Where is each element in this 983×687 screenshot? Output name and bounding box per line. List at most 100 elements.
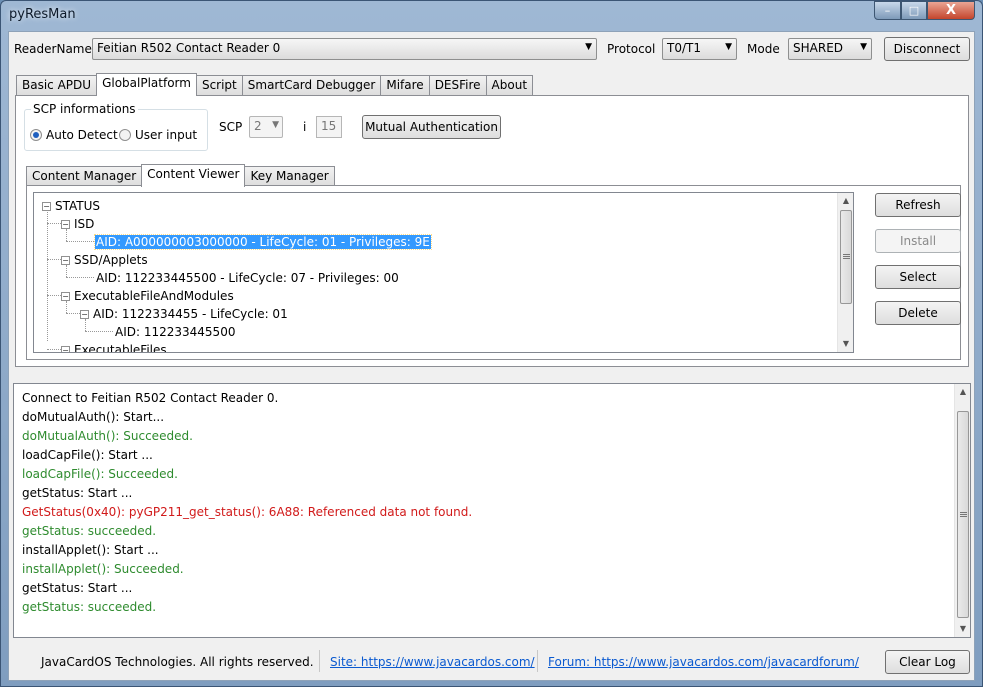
user-input-radio[interactable]: User input [119,128,197,142]
log-line: doMutualAuth(): Start... [22,410,165,424]
log-line: installApplet(): Succeeded. [22,562,184,576]
reader-name-label: ReaderName [14,42,92,56]
radio-unchecked-icon [119,129,131,141]
main-tabs: Basic APDU GlobalPlatform Script SmartCa… [16,73,534,96]
tab-smartcard-debugger[interactable]: SmartCard Debugger [241,75,382,96]
log-line: getStatus: succeeded. [22,600,157,614]
tab-content-manager[interactable]: Content Manager [26,166,143,187]
scroll-down-icon[interactable]: ▼ [955,621,970,637]
tree-scrollbar[interactable]: ▲ ▼ [837,193,853,352]
log-line: doMutualAuth(): Succeeded. [22,429,193,443]
content-viewer-panel: − STATUS − ISD AID: A000000003000000 - L… [26,185,961,360]
tree-node-isd-aid[interactable]: AID: A000000003000000 - LifeCycle: 01 - … [94,234,432,250]
tab-desfire[interactable]: DESFire [428,75,487,96]
reader-name-value: Feitian R502 Contact Reader 0 [97,41,281,55]
sub-tabs: Content Manager Content Viewer Key Manag… [26,164,335,187]
footer-divider [537,650,538,672]
i-label: i [303,120,307,134]
tree-node-isd[interactable]: − ISD [61,217,94,231]
scroll-thumb[interactable] [957,411,969,618]
close-button[interactable]: X [927,1,975,20]
log-line: loadCapFile(): Succeeded. [22,467,178,481]
install-button[interactable]: Install [875,229,961,253]
tree-node-efm-sub-aid[interactable]: AID: 112233445500 [115,325,235,339]
scp-select[interactable]: 2 ▼ [249,116,283,138]
collapse-icon[interactable]: − [42,201,51,211]
log-scrollbar[interactable]: ▲ ▼ [954,384,970,637]
delete-button[interactable]: Delete [875,301,961,325]
tree-node-label: AID: 112233445500 [115,325,236,339]
user-input-label: User input [135,128,198,142]
scp-info-group: SCP informations Auto Detect User input [24,102,208,151]
refresh-button[interactable]: Refresh [875,193,961,217]
log-output[interactable]: Connected. Connect to Feitian R502 Contac… [13,383,971,638]
tree-node-ssd-aid[interactable]: AID: 112233445500 - LifeCycle: 07 - Priv… [96,271,399,285]
clear-log-button[interactable]: Clear Log [885,650,970,674]
tree-node-executable-files[interactable]: − ExecutableFiles [61,343,167,353]
mode-select[interactable]: SHARED ▼ [788,38,872,60]
tab-about[interactable]: About [485,75,534,96]
log-line: Connected. [22,384,90,386]
i-input[interactable]: 15 [316,116,342,138]
log-line: getStatus: Start ... [22,486,133,500]
scp-label: SCP [219,120,243,134]
tab-mifare[interactable]: Mifare [380,75,430,96]
protocol-value: T0/T1 [667,41,701,55]
tab-content-viewer[interactable]: Content Viewer [141,164,246,187]
footer-divider [319,650,320,672]
auto-detect-radio[interactable]: Auto Detect [30,128,118,142]
minimize-button[interactable]: – [874,1,901,20]
mode-value: SHARED [793,41,844,55]
scroll-up-icon[interactable]: ▲ [838,193,853,209]
scroll-thumb[interactable] [840,210,852,304]
tree-node-ssd-applets[interactable]: − SSD/Applets [61,253,148,267]
protocol-select[interactable]: T0/T1 ▼ [662,38,737,60]
globalplatform-panel: SCP informations Auto Detect User input … [15,95,969,367]
tree-node-label: AID: 112233445500 - LifeCycle: 07 - Priv… [96,271,399,285]
tree-node-label: STATUS [55,199,101,213]
tab-globalplatform[interactable]: GlobalPlatform [96,73,197,96]
client-area: ReaderName Feitian R502 Contact Reader 0… [8,31,975,681]
log-line: getStatus: Start ... [22,581,133,595]
select-button[interactable]: Select [875,265,961,289]
tree-node-label: AID: A000000003000000 - LifeCycle: 01 - … [94,234,432,250]
tab-script[interactable]: Script [195,75,243,96]
scroll-up-icon[interactable]: ▲ [955,384,970,400]
tree-node-status[interactable]: − STATUS [42,199,100,213]
copyright-text: JavaCardOS Technologies. All rights rese… [41,655,314,669]
disconnect-button[interactable]: Disconnect [884,37,970,61]
collapse-icon[interactable]: − [61,219,70,229]
tab-basic-apdu[interactable]: Basic APDU [16,75,98,96]
maximize-button[interactable]: □ [901,1,927,20]
chevron-down-icon: ▼ [585,42,592,52]
tree-node-label: ExecutableFiles [74,343,167,353]
tab-key-manager[interactable]: Key Manager [244,166,335,187]
title-bar[interactable]: pyResMan – □ X [1,1,982,31]
reader-name-select[interactable]: Feitian R502 Contact Reader 0 ▼ [92,38,597,60]
collapse-icon[interactable]: − [61,255,70,265]
log-line: installApplet(): Start ... [22,543,159,557]
status-tree[interactable]: − STATUS − ISD AID: A000000003000000 - L… [33,192,854,353]
tree-node-efm-aid[interactable]: − AID: 1122334455 - LifeCycle: 01 [80,307,288,321]
forum-link[interactable]: Forum: https://www.javacardos.com/javaca… [548,655,859,669]
protocol-label: Protocol [607,42,656,56]
tree-node-label: ExecutableFileAndModules [74,289,234,303]
collapse-icon[interactable]: − [61,291,70,301]
scp-info-title: SCP informations [31,102,138,116]
scroll-down-icon[interactable]: ▼ [838,336,853,352]
chevron-down-icon: ▼ [272,120,279,130]
collapse-icon[interactable]: − [80,309,89,319]
window-title: pyResMan [9,7,76,22]
radio-checked-icon [30,129,42,141]
mutual-authentication-button[interactable]: Mutual Authentication [362,115,501,139]
expand-icon[interactable]: − [61,345,70,352]
chevron-down-icon: ▼ [725,42,732,52]
tree-node-executable-file-and-modules[interactable]: − ExecutableFileAndModules [61,289,234,303]
site-link[interactable]: Site: https://www.javacardos.com/ [330,655,535,669]
tree-node-label: SSD/Applets [74,253,148,267]
tree-node-label: AID: 1122334455 - LifeCycle: 01 [93,307,288,321]
app-window: pyResMan – □ X ReaderName Feitian R502 C… [0,0,983,687]
mode-label: Mode [747,42,780,56]
tree-node-label: ISD [74,217,95,231]
log-line: getStatus: succeeded. [22,524,157,538]
